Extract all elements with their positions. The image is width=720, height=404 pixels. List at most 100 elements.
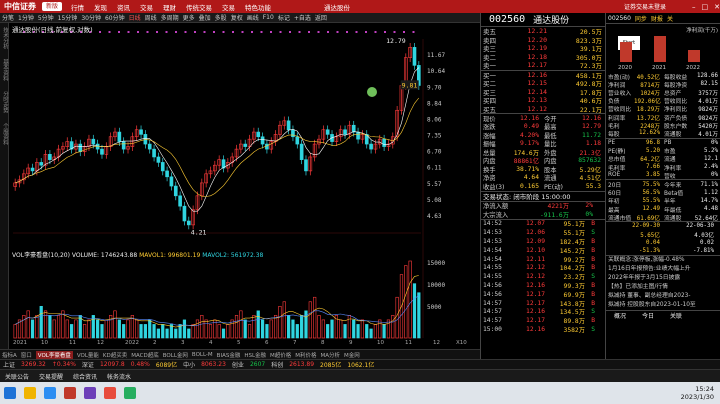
menu-trade2[interactable]: 交易 xyxy=(222,2,235,12)
toolbar-item-17[interactable]: 返回 xyxy=(315,13,327,22)
minimize-icon[interactable]: – xyxy=(692,3,696,11)
news-item[interactable]: 2022年年报于3月15日披露 xyxy=(606,274,720,283)
f10-btab-overview[interactable]: 概况 xyxy=(614,311,626,320)
indicator-tab-3[interactable]: VOL量能 xyxy=(77,351,99,359)
maximize-icon[interactable]: □ xyxy=(702,3,709,11)
menu-classic-trade[interactable]: 传统交易 xyxy=(186,2,212,12)
kline-chart-area[interactable]: 11.67 10.64 9.70 8.84 8.06 7.35 6.70 6.11 5.57 5.… xyxy=(9,23,456,339)
tick-row[interactable]: 14:53 12.06 55.1万 S xyxy=(481,228,605,237)
tick-row[interactable]: 14:57 12.17 143.8万 B xyxy=(481,299,605,308)
msg-tab-3[interactable]: 帐务流水 xyxy=(107,372,131,381)
msg-tab-0[interactable]: 关联公告 xyxy=(5,372,29,381)
left-tab-stock-info[interactable]: 个股资料 xyxy=(1,123,9,151)
f10-tab-report[interactable]: 财报 xyxy=(651,14,663,23)
bar-2022 xyxy=(688,50,700,62)
menu-finance[interactable]: 理财 xyxy=(163,2,176,12)
msg-tab-1[interactable]: 交易提醒 xyxy=(39,372,63,381)
trading-app-icon[interactable] xyxy=(64,387,76,399)
toolbar-item-4[interactable]: 30分钟 xyxy=(81,13,101,22)
login-status[interactable]: 证券交易未登录 xyxy=(624,2,666,11)
app-icon[interactable] xyxy=(84,387,96,399)
toolbar-item-5[interactable]: 60分钟 xyxy=(105,13,125,22)
toolbar-item-1[interactable]: 1分钟 xyxy=(18,13,34,22)
chat-icon[interactable] xyxy=(124,387,136,399)
concept-line[interactable]: 关联概念:涨停板,涨幅-0.48% xyxy=(606,256,720,265)
news-item[interactable]: 拟减持 董事、副总经理自2023- xyxy=(606,292,720,301)
tick-row[interactable]: 14:55 12.12 104.2万 B xyxy=(481,263,605,272)
menu-discover[interactable]: 发现 xyxy=(94,2,107,12)
menu-trade[interactable]: 交易 xyxy=(140,2,153,12)
record-icon[interactable] xyxy=(104,387,116,399)
tick-time: 14:55 xyxy=(483,264,502,272)
tick-row[interactable]: 14:57 12.17 89.8万 B xyxy=(481,316,605,325)
tick-row[interactable]: 15:00 12.16 3582万 S xyxy=(481,325,605,334)
menu-features[interactable]: 特色功能 xyxy=(245,2,271,12)
toolbar-item-16[interactable]: +自选 xyxy=(294,13,311,22)
event-marker xyxy=(346,31,348,33)
news-item[interactable]: 拟减持 控股股东自2023-01-10至 xyxy=(606,301,720,310)
toolbar-item-14[interactable]: F10 xyxy=(263,14,274,21)
f10-value: 4.03亿 xyxy=(694,233,714,240)
menu-quote[interactable]: 行情 xyxy=(71,2,84,12)
level-price: 12.13 xyxy=(527,96,547,105)
close-icon[interactable]: ✕ xyxy=(714,3,720,11)
stat-value: 4.20% xyxy=(520,131,539,139)
new-version-button[interactable]: 新版 xyxy=(42,2,63,11)
indicator-tab-0[interactable]: 指标A xyxy=(2,351,17,359)
msg-tab-2[interactable]: 综合资讯 xyxy=(73,372,97,381)
indicator-tab-7[interactable]: BOLL-M xyxy=(192,352,213,358)
indicator-tab-10[interactable]: M超价格 xyxy=(270,351,291,359)
tick-row[interactable]: 14:56 12.16 99.3万 B xyxy=(481,281,605,290)
browser-icon[interactable] xyxy=(44,387,56,399)
indicator-tab-12[interactable]: MA分析 xyxy=(321,351,341,359)
toolbar-item-0[interactable]: 分笔 xyxy=(2,13,14,22)
kline-chart[interactable]: 11.67 10.64 9.70 8.84 8.06 7.35 6.70 6.11 5.57 5.… xyxy=(9,23,456,340)
tick-row[interactable]: 14:54 12.11 99.2万 B xyxy=(481,255,605,264)
tick-row[interactable]: 14:55 12.12 23.2万 S xyxy=(481,272,605,281)
tick-row[interactable]: 14:53 12.09 182.4万 B xyxy=(481,237,605,246)
indicator-tab-8[interactable]: BIAS金融 xyxy=(217,351,241,359)
indicator-tab-2[interactable]: VOL李豪看盘 xyxy=(35,350,73,359)
toolbar-item-13[interactable]: 画线 xyxy=(247,13,259,22)
buys-row[interactable]: 买五 12.12 22.1万 xyxy=(481,105,605,114)
toolbar-item-3[interactable]: 15分钟 xyxy=(58,13,78,22)
indicator-tab-6[interactable]: BOLL金网 xyxy=(163,351,188,359)
toolbar-item-11[interactable]: 多股 xyxy=(215,13,227,22)
f10-tab-close[interactable]: 关 xyxy=(667,14,673,23)
tick-row[interactable]: 14:54 12.10 145.2万 B xyxy=(481,246,605,255)
toolbar-item-8[interactable]: 多周期 xyxy=(161,13,179,22)
menu-news[interactable]: 资讯 xyxy=(117,2,130,12)
indicator-tab-11[interactable]: M利价格 xyxy=(295,351,316,359)
toolbar-item-6[interactable]: 日线 xyxy=(129,13,141,22)
toolbar-item-10[interactable]: 叠加 xyxy=(199,13,211,22)
indicator-tab-1[interactable]: 窗口 xyxy=(21,351,32,359)
toolbar-item-12[interactable]: 复权 xyxy=(231,13,243,22)
sells-row[interactable]: 卖一 12.17 72.3万 xyxy=(481,61,605,70)
news-item[interactable]: 1月16日年报预告:业绩大幅上升 xyxy=(606,265,720,274)
brand-logo: 中信证券 xyxy=(4,2,36,11)
f10-btab-related[interactable]: 关联 xyxy=(670,311,682,320)
indicator-tab-5[interactable]: MACD超底 xyxy=(131,351,159,359)
indicator-tab-13[interactable]: M金网 xyxy=(344,351,360,359)
volume-bar xyxy=(208,324,213,339)
tick-row[interactable]: 14:57 12.16 134.5万 S xyxy=(481,307,605,316)
toolbar-item-7[interactable]: 周线 xyxy=(145,13,157,22)
tick-row[interactable]: 14:52 12.07 95.1万 B xyxy=(481,220,605,228)
toolbar-item-2[interactable]: 5分钟 xyxy=(38,13,54,22)
left-tab-basic[interactable]: 基本资料 xyxy=(1,59,9,87)
f10-btab-today[interactable]: 今日 xyxy=(642,311,654,320)
f10-tab-sync[interactable]: 同步 xyxy=(635,14,647,23)
toolbar-item-15[interactable]: 标记 xyxy=(278,13,290,22)
tick-row[interactable]: 14:56 12.17 69.9万 B xyxy=(481,290,605,299)
news-item[interactable]: 【热】已添加主图/行情 xyxy=(606,283,720,292)
cursor-dot[interactable] xyxy=(367,87,377,97)
left-tab-intraday[interactable]: 分时走势 xyxy=(1,91,9,119)
start-icon[interactable] xyxy=(4,387,16,399)
indicator-tab-9[interactable]: HSL金融 xyxy=(244,351,266,359)
folder-icon[interactable] xyxy=(24,387,36,399)
stat-row: 收益(3) 0.165 PE(动) 55.3 xyxy=(481,182,605,191)
indicator-tab-4[interactable]: KD超买卖 xyxy=(103,351,127,359)
tick-list[interactable]: 14:52 12.07 95.1万 B 14:53 12.06 55.1万 S 14:53 12.… xyxy=(481,220,605,334)
toolbar-item-9[interactable]: 更多 xyxy=(183,13,195,22)
left-tab-tech[interactable]: 技术分析 xyxy=(1,27,9,55)
